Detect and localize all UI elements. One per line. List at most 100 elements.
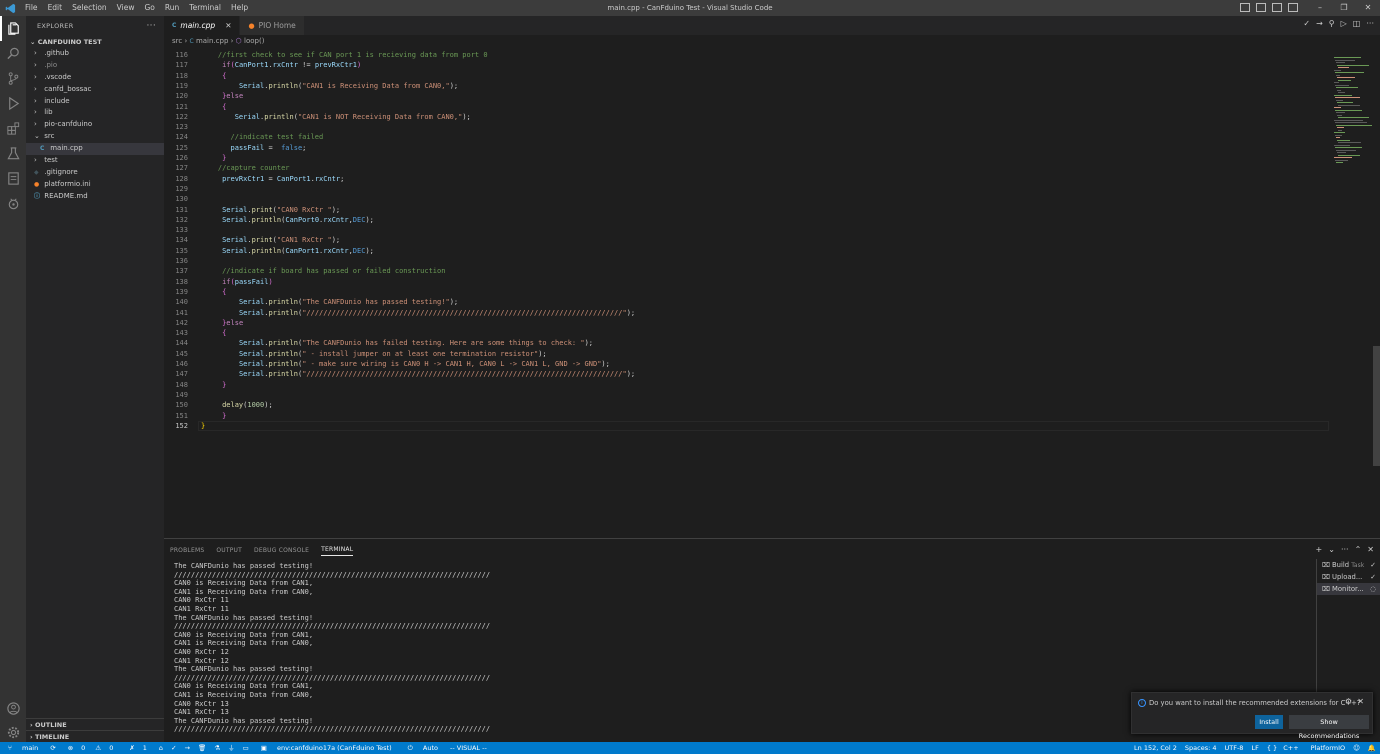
- menu-view[interactable]: View: [112, 0, 140, 16]
- terminal-output[interactable]: The CANFDunio has passed testing!///////…: [174, 562, 490, 734]
- tab-problems[interactable]: PROBLEMS: [170, 545, 204, 556]
- pin-icon[interactable]: ⚲: [1329, 19, 1335, 28]
- tree-item--github[interactable]: › .github: [26, 48, 164, 60]
- tree-item--gitignore[interactable]: ◆ .gitignore: [26, 167, 164, 179]
- sync-icon[interactable]: ⟳: [46, 742, 59, 754]
- clean-trash-icon[interactable]: 🗑: [194, 742, 210, 754]
- tab-main-cpp[interactable]: C main.cpp ✕: [164, 16, 241, 35]
- testing-icon[interactable]: [0, 141, 26, 166]
- editor-scrollbar[interactable]: [1373, 346, 1380, 466]
- tree-item-readme-md[interactable]: ⓘ README.md: [26, 191, 164, 203]
- upload-arrow-icon[interactable]: →: [181, 742, 194, 754]
- ports-status[interactable]: ✗ 1: [121, 742, 155, 754]
- breadcrumb-symbol[interactable]: loop(): [244, 37, 264, 45]
- toggle-secondary-sidebar-icon[interactable]: [1272, 3, 1282, 12]
- tree-item--pio[interactable]: › .pio: [26, 60, 164, 72]
- folder-chevron-icon: ›: [34, 60, 37, 69]
- tree-item-lib[interactable]: › lib: [26, 107, 164, 119]
- line-number: 120: [175, 92, 188, 101]
- tree-item-main-cpp[interactable]: C main.cpp: [26, 143, 164, 156]
- end-of-line[interactable]: LF: [1247, 742, 1262, 754]
- chevron-down-icon[interactable]: ⌄: [1328, 545, 1335, 554]
- terminal-item-build[interactable]: ⌧ Build Task ✓: [1317, 559, 1380, 571]
- terminal-item-upload[interactable]: ⌧ Upload... ✓: [1317, 571, 1380, 583]
- indentation[interactable]: Spaces: 4: [1181, 742, 1221, 754]
- serial-monitor-icon[interactable]: ⏚: [224, 742, 239, 754]
- restore-icon[interactable]: ❐: [1332, 0, 1356, 16]
- menu-run[interactable]: Run: [160, 0, 184, 16]
- tree-item-pio-canfduino[interactable]: › pio-canfduino: [26, 119, 164, 131]
- workspace-section[interactable]: ⌄ CANFDUINO TEST: [26, 36, 164, 48]
- branch-status[interactable]: ⑂ main: [0, 742, 46, 754]
- tree-item--vscode[interactable]: › .vscode: [26, 72, 164, 84]
- menu-edit[interactable]: Edit: [43, 0, 68, 16]
- tree-item-platformio-ini[interactable]: ● platformio.ini: [26, 179, 164, 191]
- toggle-sidebar-icon[interactable]: [1240, 3, 1250, 12]
- terminal-item-monitor[interactable]: ⌧ Monitor... ◌: [1317, 583, 1380, 595]
- source-control-icon[interactable]: [0, 66, 26, 91]
- gear-icon[interactable]: ⚙: [1345, 697, 1352, 706]
- close-tab-icon[interactable]: ✕: [225, 21, 231, 30]
- run-icon[interactable]: ▷: [1341, 19, 1347, 28]
- tab-output[interactable]: OUTPUT: [216, 545, 242, 556]
- folder-chevron-icon: ›: [34, 49, 37, 57]
- check-icon[interactable]: ✓: [1303, 19, 1310, 28]
- env-status[interactable]: ▣ env:canfduino17a (CanFduino Test): [253, 742, 400, 754]
- close-panel-icon[interactable]: ✕: [1367, 545, 1374, 554]
- breadcrumb-file[interactable]: main.cpp: [196, 37, 228, 45]
- tree-item-src[interactable]: ⌄ src: [26, 131, 164, 143]
- test-flask-icon[interactable]: ⚗: [210, 742, 224, 754]
- tree-item-canfd-bossac[interactable]: › canfd_bossac: [26, 84, 164, 96]
- tab-terminal[interactable]: TERMINAL: [321, 544, 354, 556]
- more-icon[interactable]: ···: [1341, 545, 1349, 554]
- encoding[interactable]: UTF-8: [1221, 742, 1248, 754]
- feedback-icon[interactable]: ☺: [1349, 742, 1364, 754]
- problems-status[interactable]: ⊗ 0 ⚠ 0: [60, 742, 122, 754]
- extensions-icon[interactable]: [0, 116, 26, 141]
- minimap-line: [1338, 154, 1360, 156]
- close-icon[interactable]: ✕: [1357, 697, 1364, 706]
- code-editor[interactable]: //first check to see if CAN port 1 is re…: [164, 47, 1329, 537]
- tree-item-test[interactable]: › test: [26, 155, 164, 167]
- chevron-right-icon: ›: [30, 733, 33, 741]
- tree-item-include[interactable]: › include: [26, 96, 164, 108]
- customize-layout-icon[interactable]: [1288, 3, 1298, 12]
- language-mode[interactable]: { } C++: [1263, 742, 1307, 754]
- terminal-icon[interactable]: ▭: [239, 742, 253, 754]
- tab-pio-home[interactable]: ● PIO Home: [240, 16, 305, 35]
- menu-help[interactable]: Help: [226, 0, 253, 16]
- split-editor-icon[interactable]: ◫: [1353, 19, 1361, 28]
- auto-status[interactable]: ⏻ Auto: [400, 742, 446, 754]
- tab-debug-console[interactable]: DEBUG CONSOLE: [254, 545, 309, 556]
- more-actions-icon[interactable]: ···: [147, 16, 156, 36]
- maximize-panel-icon[interactable]: ⌃: [1355, 545, 1362, 554]
- run-debug-icon[interactable]: [0, 91, 26, 116]
- new-terminal-icon[interactable]: +: [1316, 545, 1323, 554]
- cursor-position[interactable]: Ln 152, Col 2: [1130, 742, 1181, 754]
- arrow-right-icon[interactable]: →: [1316, 19, 1323, 28]
- explorer-icon[interactable]: [0, 16, 26, 41]
- menu-selection[interactable]: Selection: [67, 0, 112, 16]
- install-button[interactable]: Install: [1255, 715, 1283, 729]
- line-number: 125: [175, 143, 188, 152]
- ports-icon: ✗: [129, 744, 135, 752]
- remote-explorer-icon[interactable]: [0, 166, 26, 191]
- build-check-icon[interactable]: ✓: [167, 742, 180, 754]
- toggle-panel-icon[interactable]: [1256, 3, 1266, 12]
- folder-chevron-icon: ›: [34, 108, 37, 117]
- accounts-icon[interactable]: [0, 696, 26, 721]
- close-window-icon[interactable]: ✕: [1356, 0, 1380, 16]
- search-icon[interactable]: [0, 41, 26, 66]
- terminal-line: CAN1 RxCtr 11: [174, 604, 229, 613]
- menu-file[interactable]: File: [20, 0, 43, 16]
- minimize-icon[interactable]: –: [1308, 0, 1332, 16]
- more-icon[interactable]: ···: [1366, 19, 1374, 28]
- platformio-icon[interactable]: [0, 191, 26, 216]
- breadcrumb-folder[interactable]: src: [172, 37, 182, 45]
- notifications-bell-icon[interactable]: 🔔: [1364, 742, 1380, 754]
- home-icon[interactable]: ⌂: [155, 742, 167, 754]
- menu-go[interactable]: Go: [139, 0, 159, 16]
- platform-label[interactable]: PlatformIO: [1307, 742, 1349, 754]
- menu-terminal[interactable]: Terminal: [184, 0, 226, 16]
- show-recommendations-button[interactable]: Show Recommendations: [1289, 715, 1369, 740]
